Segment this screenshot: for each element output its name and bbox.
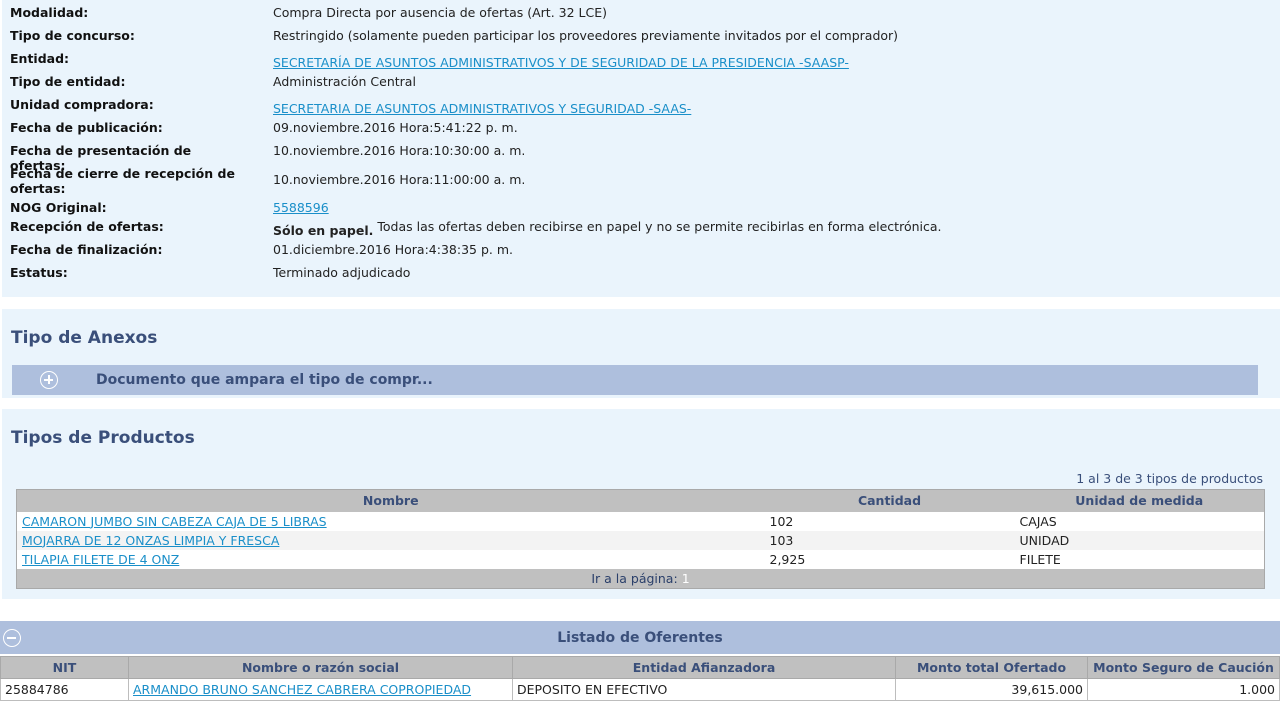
fecha-presentacion-value: 10.noviembre.2016 Hora:10:30:00 a. m. [273, 143, 526, 158]
modalidad-label: Modalidad: [10, 5, 89, 20]
concurso-details-panel: Modalidad: Compra Directa por ausencia d… [2, 0, 1280, 297]
estatus-value: Terminado adjudicado [273, 265, 411, 280]
productos-section: Tipos de Productos 1 al 3 de 3 tipos de … [2, 409, 1280, 599]
unidad-label: Unidad compradora: [10, 97, 154, 112]
oferentes-title: Listado de Oferentes [557, 630, 723, 646]
modalidad-value: Compra Directa por ausencia de ofertas (… [273, 5, 607, 20]
producto-cantidad: 103 [764, 530, 1015, 550]
pager-label: Ir a la página: [591, 570, 678, 586]
column-header-entidad-afianzadora[interactable]: Entidad Afianzadora [512, 656, 896, 679]
fecha-finalizacion-value: 01.diciembre.2016 Hora:4:38:35 p. m. [273, 242, 513, 257]
anexo-accordion-item[interactable]: Documento que ampara el tipo de compr... [12, 365, 1258, 395]
oferente-monto-seguro: 1.000 [1087, 678, 1280, 701]
tipo-concurso-value: Restringido (solamente pueden participar… [273, 28, 899, 43]
recepcion-value-wrap: Sólo en papel. Todas las ofertas deben r… [273, 219, 942, 238]
producto-link[interactable]: MOJARRA DE 12 ONZAS LIMPIA Y FRESCA [22, 533, 279, 548]
entidad-link[interactable]: SECRETARÍA DE ASUNTOS ADMINISTRATIVOS Y … [273, 55, 849, 70]
recepcion-bold: Sólo en papel. [273, 223, 374, 238]
oferente-entidad: DEPOSITO EN EFECTIVO [512, 678, 896, 701]
producto-cantidad: 2,925 [764, 549, 1015, 569]
column-header-cantidad[interactable]: Cantidad [764, 489, 1015, 512]
anexos-title: Tipo de Anexos [11, 328, 158, 348]
oferentes-header-row: NIT Nombre o razón social Entidad Afianz… [0, 656, 1280, 679]
productos-title: Tipos de Productos [11, 428, 195, 448]
pager-row: Ir a la página: 1 [16, 568, 1265, 589]
fecha-cierre-value: 10.noviembre.2016 Hora:11:00:00 a. m. [273, 172, 526, 187]
recepcion-value: Todas las ofertas deben recibirse en pap… [377, 219, 942, 234]
producto-link[interactable]: TILAPIA FILETE DE 4 ONZ [22, 552, 179, 567]
fecha-publicacion-label: Fecha de publicación: [10, 120, 163, 135]
column-header-monto-total[interactable]: Monto total Ofertado [895, 656, 1088, 679]
column-header-unidad[interactable]: Unidad de medida [1014, 489, 1265, 512]
oferente-nombre-link[interactable]: ARMANDO BRUNO SANCHEZ CABRERA COPROPIEDA… [133, 682, 471, 697]
table-row: TILAPIA FILETE DE 4 ONZ 2,925 FILETE [16, 549, 1265, 569]
producto-unidad: UNIDAD [1014, 530, 1265, 550]
oferentes-table: NIT Nombre o razón social Entidad Afianz… [0, 656, 1280, 701]
table-row: CAMARON JUMBO SIN CABEZA CAJA DE 5 LIBRA… [16, 511, 1265, 531]
productos-header-row: Nombre Cantidad Unidad de medida [16, 489, 1265, 512]
producto-link[interactable]: CAMARON JUMBO SIN CABEZA CAJA DE 5 LIBRA… [22, 514, 327, 529]
minus-icon[interactable] [3, 629, 21, 647]
table-row: MOJARRA DE 12 ONZAS LIMPIA Y FRESCA 103 … [16, 530, 1265, 550]
pager: Ir a la página: 1 [16, 568, 1265, 589]
nog-label: NOG Original: [10, 200, 107, 215]
fecha-finalizacion-label: Fecha de finalización: [10, 242, 163, 257]
column-header-nombre-razon[interactable]: Nombre o razón social [128, 656, 513, 679]
oferente-monto-total: 39,615.000 [895, 678, 1088, 701]
oferentes-header: Listado de Oferentes [0, 621, 1280, 654]
nog-link[interactable]: 5588596 [273, 200, 329, 215]
plus-icon[interactable] [40, 371, 58, 389]
producto-unidad: CAJAS [1014, 511, 1265, 531]
producto-cantidad: 102 [764, 511, 1015, 531]
recepcion-label: Recepción de ofertas: [10, 219, 164, 234]
fecha-publicacion-value: 09.noviembre.2016 Hora:5:41:22 p. m. [273, 120, 518, 135]
tipo-concurso-label: Tipo de concurso: [10, 28, 135, 43]
oferente-nit: 25884786 [0, 678, 129, 701]
tipo-entidad-value: Administración Central [273, 74, 416, 89]
entidad-label: Entidad: [10, 51, 70, 66]
unidad-compradora-link[interactable]: SECRETARIA DE ASUNTOS ADMINISTRATIVOS Y … [273, 101, 691, 116]
producto-unidad: FILETE [1014, 549, 1265, 569]
tipo-entidad-label: Tipo de entidad: [10, 74, 126, 89]
pager-page-link[interactable]: 1 [682, 571, 690, 586]
column-header-monto-seguro[interactable]: Monto Seguro de Caución [1087, 656, 1280, 679]
column-header-nit[interactable]: NIT [0, 656, 129, 679]
anexos-section: Tipo de Anexos Documento que ampara el t… [2, 309, 1280, 398]
column-header-nombre[interactable]: Nombre [16, 489, 765, 512]
fecha-cierre-label: Fecha de cierre de recepción de ofertas: [10, 166, 235, 196]
estatus-label: Estatus: [10, 265, 68, 280]
anexo-item-label[interactable]: Documento que ampara el tipo de compr... [96, 372, 433, 388]
productos-table: Nombre Cantidad Unidad de medida CAMARON… [16, 489, 1265, 589]
productos-count: 1 al 3 de 3 tipos de productos [1076, 471, 1263, 486]
table-row: 25884786 ARMANDO BRUNO SANCHEZ CABRERA C… [0, 678, 1280, 701]
